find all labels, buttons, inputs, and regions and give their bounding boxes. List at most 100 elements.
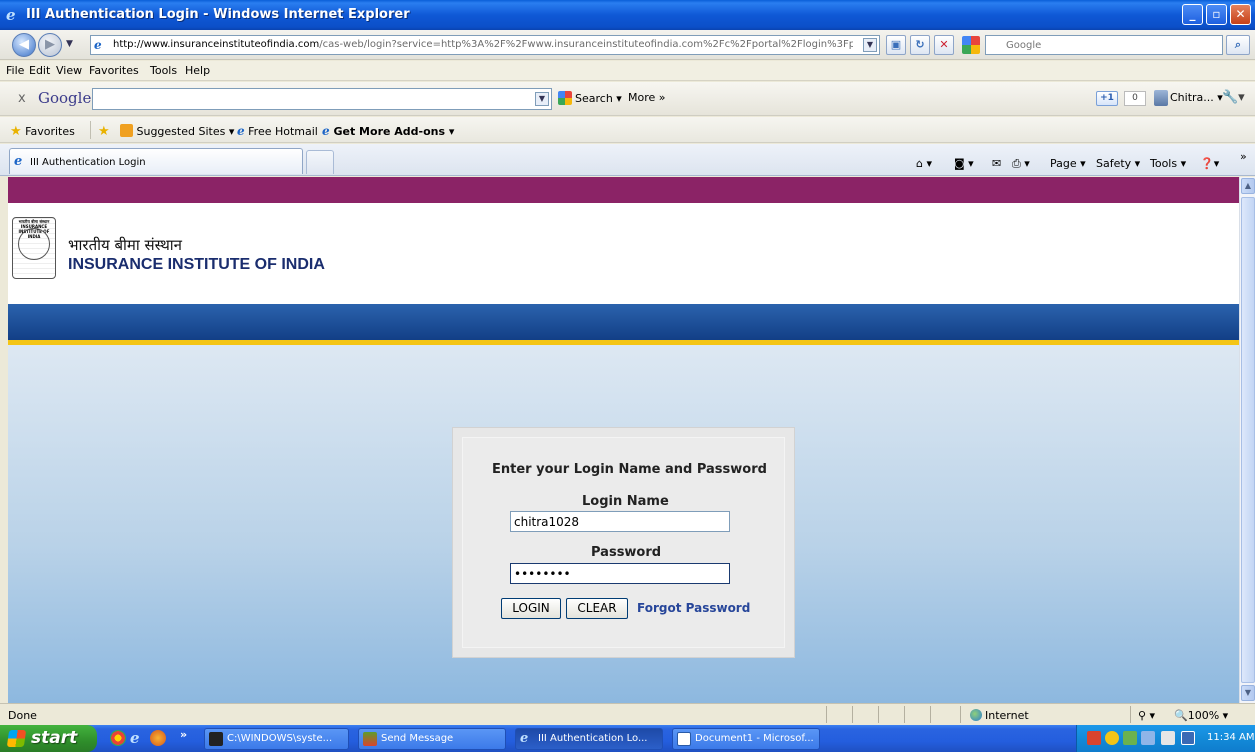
feeds-icon[interactable]: ◙ ▾ — [954, 157, 974, 170]
help-icon[interactable]: ❓▾ — [1200, 157, 1219, 170]
google-dropdown-icon[interactable]: ▼ — [535, 92, 549, 106]
ie-quicklaunch-icon[interactable]: e — [130, 730, 146, 746]
vertical-scrollbar[interactable]: ▲ ▼ — [1239, 177, 1255, 703]
task-word-document[interactable]: Document1 - Microsof... — [672, 728, 820, 750]
search-icon[interactable]: ⌕ — [1226, 35, 1250, 55]
task-send-message[interactable]: Send Message — [358, 728, 506, 750]
menu-view[interactable]: View — [56, 64, 82, 77]
stop-icon[interactable]: ✕ — [934, 35, 954, 55]
address-toolbar: ◀ ▶ ▼ e http://www.insuranceinstituteofi… — [0, 30, 1255, 60]
page-icon: e — [94, 38, 102, 52]
header-gold-line — [8, 340, 1239, 345]
favorites-button[interactable]: ★ Favorites — [10, 124, 75, 139]
suggested-sites-icon — [120, 124, 133, 137]
favorites-separator — [90, 121, 91, 139]
iii-seal-logo: भारतीय बीमा संस्थान INSURANCE INSTITUTE … — [12, 217, 56, 279]
menu-bar: File Edit View Favorites Tools Help — [0, 61, 1255, 81]
word-icon — [677, 732, 691, 746]
messenger-icon — [363, 732, 377, 746]
minimize-button[interactable]: _ — [1182, 4, 1203, 25]
login-heading: Enter your Login Name and Password — [492, 462, 767, 477]
protected-mode-icon[interactable]: ⚲ ▾ — [1138, 709, 1155, 722]
task-cmd-window[interactable]: C:\WINDOWS\syste... — [204, 728, 349, 750]
favorites-star-icon: ★ — [10, 124, 22, 139]
compatibility-view-icon[interactable]: ▣ — [886, 35, 906, 55]
password-input[interactable] — [510, 563, 730, 584]
free-hotmail-link[interactable]: e Free Hotmail — [237, 124, 318, 138]
home-icon[interactable]: ⌂ ▾ — [916, 157, 932, 170]
google-search-icon — [558, 91, 572, 105]
menu-help[interactable]: Help — [185, 64, 210, 77]
google-logo: Google — [38, 89, 92, 107]
google-more-button[interactable]: More » — [628, 91, 666, 104]
site-hindi-name: भारतीय बीमा संस्थान — [68, 236, 183, 254]
tray-monitor-icon[interactable] — [1181, 731, 1195, 745]
start-button[interactable]: start — [0, 725, 97, 752]
wrench-icon[interactable]: 🔧▾ — [1222, 90, 1245, 105]
clear-button[interactable]: CLEAR — [566, 598, 628, 619]
chevron-more-icon[interactable]: » — [1240, 150, 1247, 163]
password-label: Password — [591, 545, 662, 560]
search-box[interactable] — [985, 35, 1223, 55]
address-bar[interactable]: e http://www.insuranceinstituteofindia.c… — [90, 35, 880, 55]
quicklaunch-more-icon[interactable]: » — [180, 728, 187, 741]
tools-menu[interactable]: Tools ▾ — [1150, 157, 1186, 170]
suggested-sites-link[interactable]: Suggested Sites ▾ — [120, 124, 234, 138]
menu-favorites[interactable]: Favorites — [89, 64, 139, 77]
tray-shield-icon[interactable] — [1105, 731, 1119, 745]
favorites-bar: ★ Favorites ★ Suggested Sites ▾ e Free H… — [0, 117, 1255, 143]
menu-file[interactable]: File — [6, 64, 24, 77]
add-favorite-icon[interactable]: ★ — [98, 124, 110, 139]
forgot-password-link[interactable]: Forgot Password — [637, 601, 750, 615]
menu-tools[interactable]: Tools — [150, 64, 177, 77]
tray-connection-icon[interactable] — [1141, 731, 1155, 745]
tray-volume-icon[interactable] — [1161, 731, 1175, 745]
scroll-down-icon[interactable]: ▼ — [1241, 685, 1255, 701]
plus-one-count: 0 — [1124, 91, 1146, 106]
window-title-bar[interactable]: e III Authentication Login - Windows Int… — [0, 0, 1255, 30]
page-menu[interactable]: Page ▾ — [1050, 157, 1086, 170]
plus-one-button[interactable]: +1 — [1096, 91, 1118, 106]
zoom-control[interactable]: 🔍100% ▾ — [1174, 709, 1228, 722]
user-menu[interactable]: Chitra... ▾ — [1170, 91, 1223, 104]
address-dropdown-icon[interactable]: ▼ — [863, 38, 877, 52]
print-icon[interactable]: ⎙ ▾ — [1012, 157, 1030, 171]
close-button[interactable]: ✕ — [1230, 4, 1251, 25]
restore-button[interactable]: ▫ — [1206, 4, 1227, 25]
tray-messenger-icon[interactable] — [1087, 731, 1101, 745]
safety-menu[interactable]: Safety ▾ — [1096, 157, 1140, 170]
page-viewport: भारतीय बीमा संस्थान INSURANCE INSTITUTE … — [8, 177, 1239, 703]
menu-edit[interactable]: Edit — [29, 64, 50, 77]
firefox-quicklaunch-icon[interactable] — [150, 730, 166, 746]
header-blue-band — [8, 304, 1239, 340]
login-button[interactable]: LOGIN — [501, 598, 561, 619]
system-tray: 11:34 AM — [1076, 725, 1255, 752]
forward-button[interactable]: ▶ — [38, 33, 62, 57]
refresh-icon[interactable]: ↻ — [910, 35, 930, 55]
back-button[interactable]: ◀ — [12, 33, 36, 57]
chrome-quicklaunch-icon[interactable] — [110, 730, 126, 746]
mail-icon[interactable]: ✉ — [992, 157, 1001, 170]
cmd-icon — [209, 732, 223, 746]
scroll-up-icon[interactable]: ▲ — [1241, 178, 1255, 194]
google-search-input[interactable]: ▼ — [92, 88, 552, 110]
close-toolbar-icon[interactable]: x — [18, 91, 26, 106]
login-name-input[interactable] — [510, 511, 730, 532]
tab-row: e III Authentication Login ⌂ ▾ ◙ ▾ ✉ ⎙ ▾… — [0, 144, 1255, 176]
scroll-thumb[interactable] — [1241, 197, 1255, 683]
taskbar-clock[interactable]: 11:34 AM — [1207, 732, 1254, 743]
tab-iii-authentication[interactable]: e III Authentication Login — [9, 148, 303, 174]
new-tab-button[interactable] — [306, 150, 334, 174]
windows-flag-icon — [6, 730, 27, 747]
window-title: III Authentication Login - Windows Inter… — [26, 7, 410, 22]
status-bar: Done Internet ⚲ ▾ 🔍100% ▾ — [0, 703, 1255, 725]
google-search-button[interactable]: Search ▾ — [558, 91, 622, 105]
task-ie-window[interactable]: e III Authentication Lo... — [515, 728, 663, 750]
address-url[interactable]: http://www.insuranceinstituteofindia.com… — [113, 39, 853, 50]
status-text: Done — [8, 709, 37, 722]
get-addons-link[interactable]: e Get More Add-ons ▾ — [322, 124, 454, 138]
tray-network-icon[interactable] — [1123, 731, 1137, 745]
history-dropdown-icon[interactable]: ▼ — [66, 39, 73, 49]
search-provider-icon[interactable] — [962, 36, 980, 54]
search-input[interactable] — [1006, 38, 1218, 52]
